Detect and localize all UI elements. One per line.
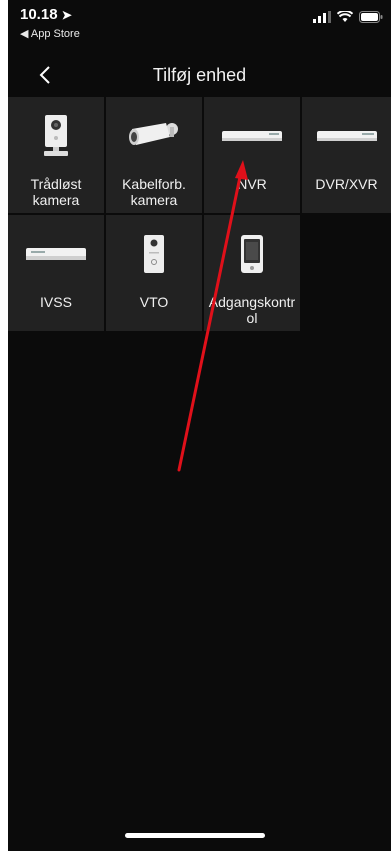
annotation-arrow (177, 160, 248, 472)
